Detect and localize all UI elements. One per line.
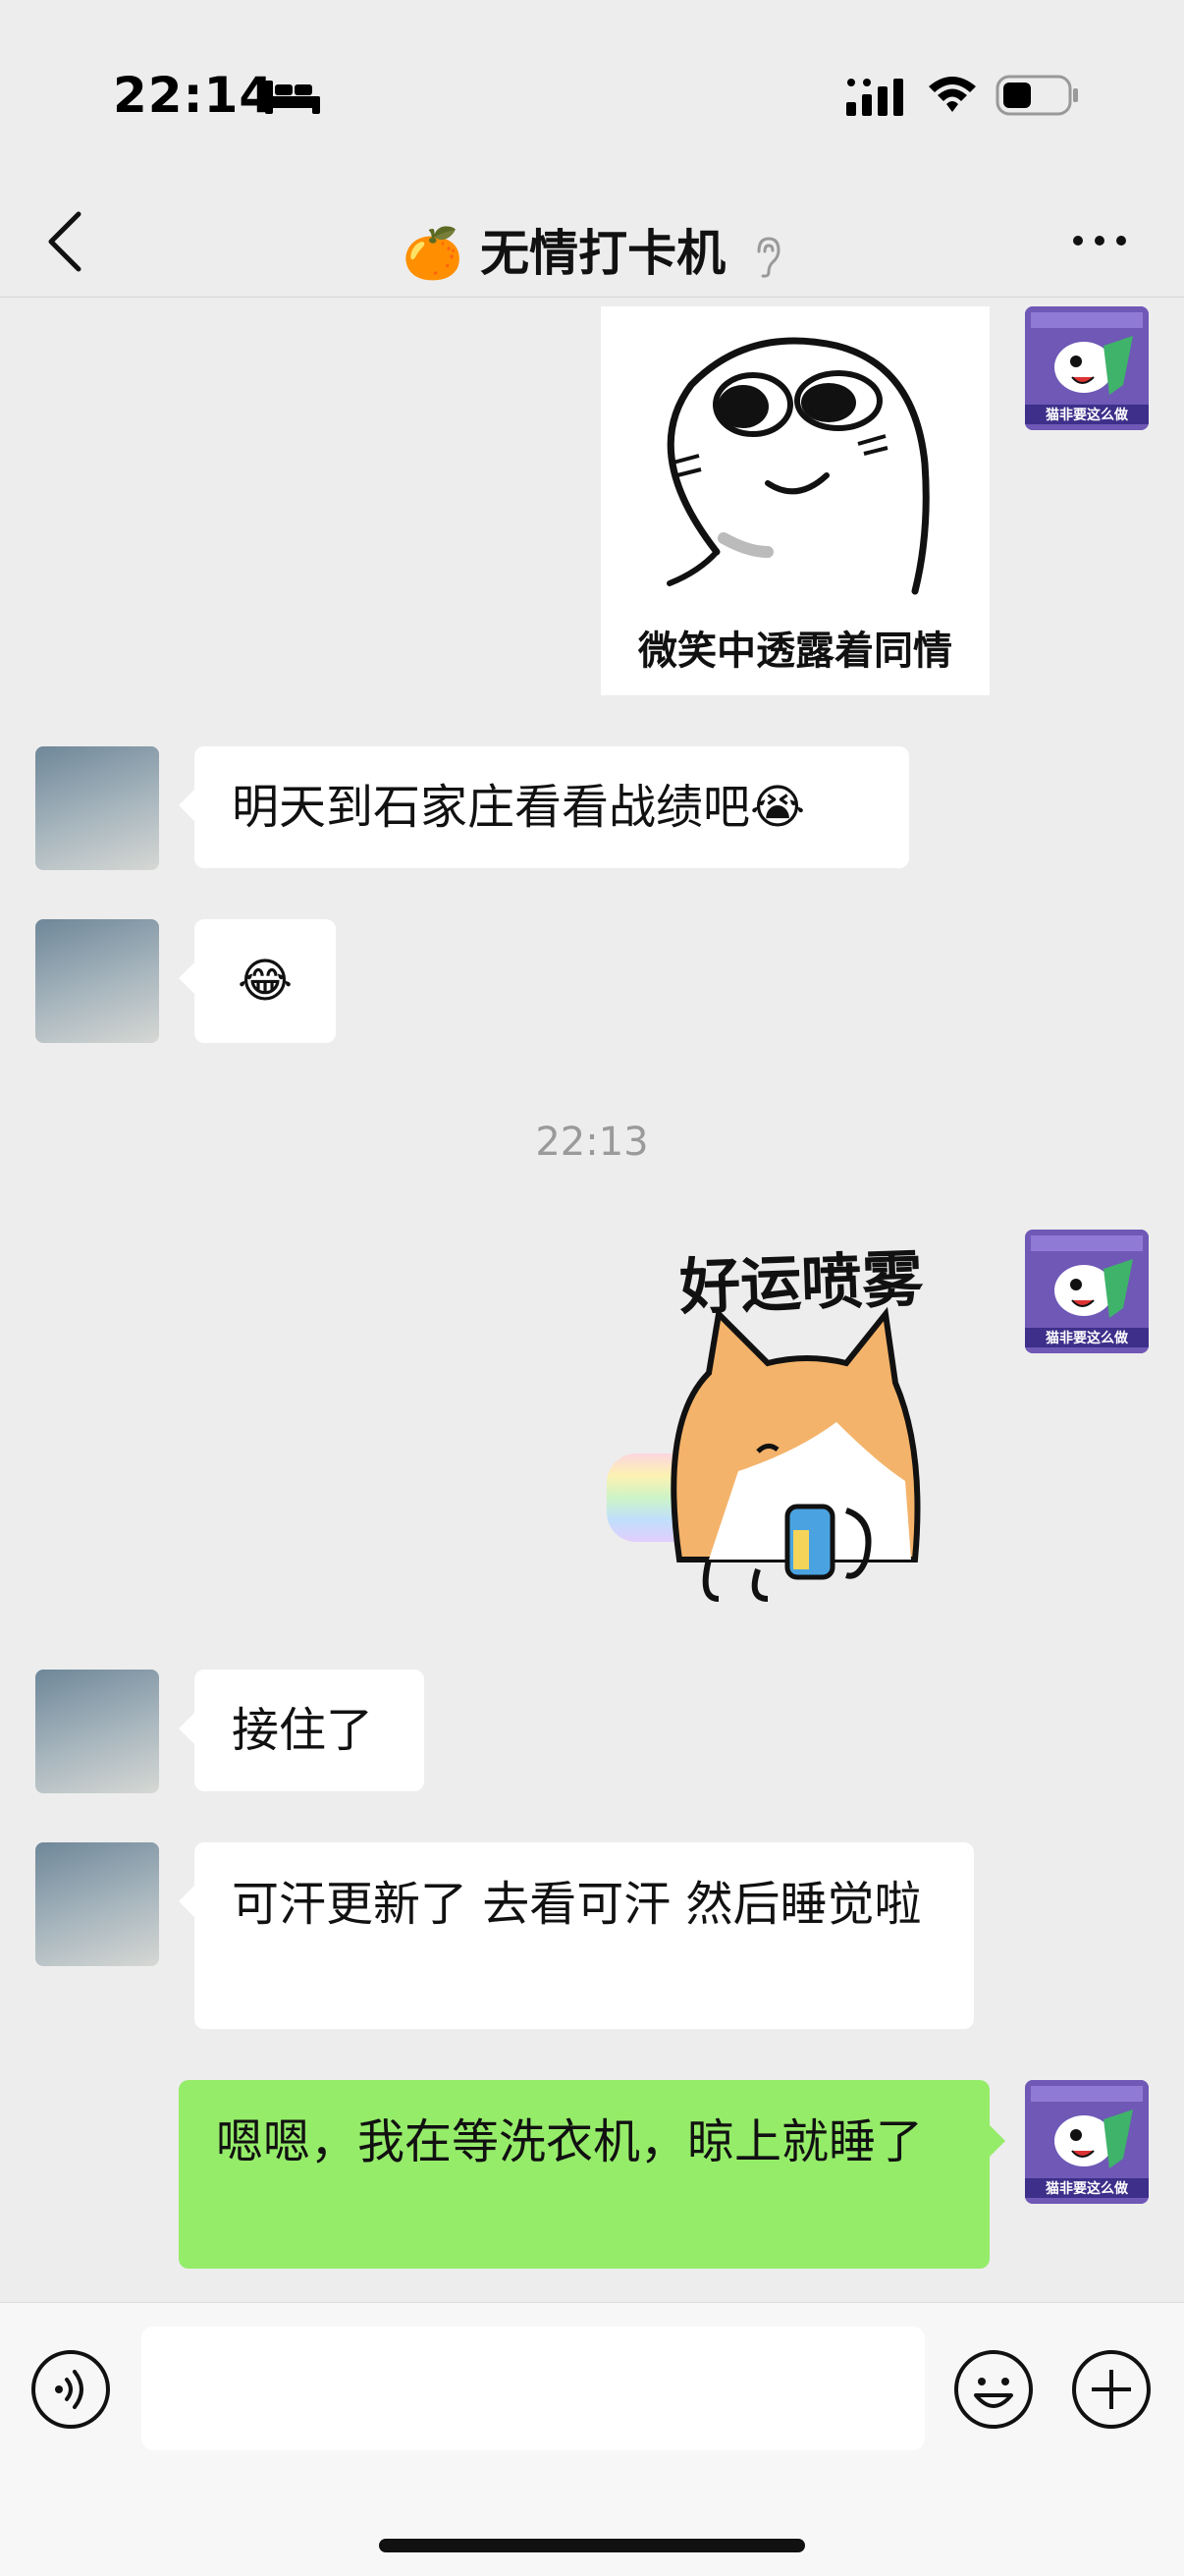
chat-title-text: 无情打卡机 bbox=[480, 225, 727, 282]
contact-avatar[interactable] bbox=[35, 746, 159, 870]
wifi-icon bbox=[929, 77, 976, 112]
chat-title: 🍊 无情打卡机 bbox=[0, 214, 1184, 285]
emoji-icon[interactable] bbox=[952, 2348, 1035, 2431]
incoming-message-bubble[interactable]: 明天到石家庄看看战绩吧😭 bbox=[179, 746, 909, 868]
status-bar: 22:14 bbox=[0, 0, 1184, 187]
message-text: 嗯嗯，我在等洗衣机，晾上就睡了 bbox=[216, 2114, 924, 2169]
voice-icon[interactable] bbox=[29, 2348, 112, 2431]
self-avatar[interactable]: 猫非要这么做 bbox=[1025, 2080, 1149, 2204]
smiling-face-sticker-icon bbox=[667, 337, 930, 595]
self-avatar[interactable]: 猫非要这么做 bbox=[1025, 306, 1149, 430]
message-text: 明天到石家庄看看战绩吧😭 bbox=[232, 780, 806, 835]
self-avatar-text: 猫非要这么做 bbox=[1025, 405, 1149, 424]
battery-icon bbox=[996, 75, 1078, 116]
chat-header: 🍊 无情打卡机 bbox=[0, 187, 1184, 298]
message-text: 😂 bbox=[237, 954, 294, 1009]
message-text: 可汗更新了 去看可汗 然后睡觉啦 bbox=[232, 1877, 922, 1932]
incoming-message-bubble[interactable]: 😂 bbox=[179, 919, 336, 1043]
self-avatar[interactable]: 猫非要这么做 bbox=[1025, 1230, 1149, 1353]
status-time: 22:14 bbox=[113, 67, 275, 124]
title-emoji: 🍊 bbox=[402, 225, 463, 282]
outgoing-message-bubble[interactable]: 嗯嗯，我在等洗衣机，晾上就睡了 bbox=[179, 2080, 1005, 2269]
corgi-sticker-icon bbox=[607, 1306, 921, 1602]
more-icon[interactable] bbox=[1070, 226, 1129, 255]
plus-icon[interactable] bbox=[1070, 2348, 1153, 2431]
earpiece-icon bbox=[757, 236, 780, 278]
message-timestamp: 22:13 bbox=[535, 1120, 649, 1165]
contact-avatar[interactable] bbox=[35, 1842, 159, 1966]
home-indicator bbox=[379, 2539, 805, 2552]
sleep-bed-icon bbox=[265, 81, 320, 114]
cellular-signal-icon bbox=[846, 79, 903, 116]
contact-avatar[interactable] bbox=[35, 919, 159, 1043]
incoming-message-bubble[interactable]: 可汗更新了 去看可汗 然后睡觉啦 bbox=[179, 1842, 974, 2029]
sticker-smile-message[interactable]: 微笑中透露着同情 bbox=[601, 306, 990, 695]
incoming-message-bubble[interactable]: 接住了 bbox=[179, 1670, 424, 1791]
contact-avatar[interactable] bbox=[35, 1670, 159, 1793]
self-avatar-text: 猫非要这么做 bbox=[1025, 2178, 1149, 2198]
message-input[interactable] bbox=[141, 2327, 925, 2450]
self-avatar-text: 猫非要这么做 bbox=[1025, 1328, 1149, 1347]
sticker-lucky-spray-message[interactable]: 好运喷雾 bbox=[601, 1226, 990, 1609]
sticker-caption: 微笑中透露着同情 bbox=[638, 629, 952, 674]
message-text: 接住了 bbox=[232, 1703, 374, 1758]
input-bar bbox=[0, 2302, 1184, 2576]
